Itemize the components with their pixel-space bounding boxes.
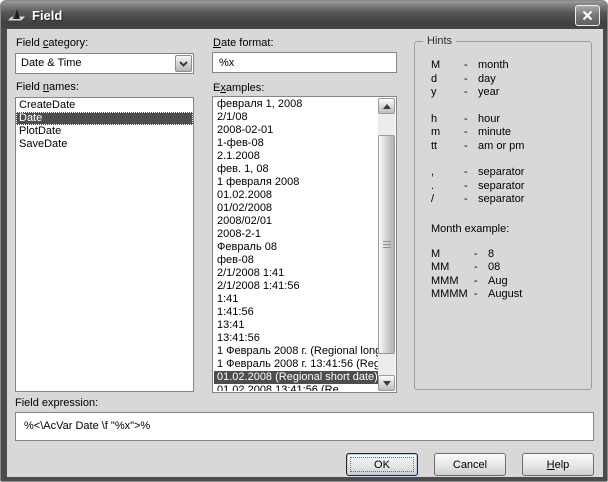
list-item[interactable]: 2/1/2008 1:41:56 [214, 280, 378, 293]
list-item[interactable]: 1 Февраль 2008 г. 13:41:56 (Reg [214, 358, 378, 371]
hint-row: d-day [431, 73, 585, 87]
list-item[interactable]: 01.02.2008 [214, 189, 378, 202]
hints-time-group: h-hour m-minute tt-am or pm [431, 113, 585, 154]
hints-body: M-month d-day y-year h-hour m-minute tt-… [415, 42, 591, 302]
month-row: MM-08 [431, 261, 585, 275]
examples-rows: февраля 1, 2008 2/1/08 2008-02-01 1-фев-… [214, 98, 378, 391]
hint-row: h-hour [431, 113, 585, 127]
field-dialog-icon [8, 7, 26, 23]
hint-row: y-year [431, 86, 585, 100]
list-item[interactable]: 13:41 [214, 319, 378, 332]
month-row: M-8 [431, 248, 585, 262]
field-category-value: Date & Time [21, 57, 82, 69]
ok-button-label: OK [374, 459, 390, 471]
hint-row: ,-separator [431, 166, 585, 180]
field-expression-label: Field expression: [15, 397, 98, 409]
scroll-up-icon [383, 104, 391, 109]
scrollbar-thumb[interactable] [378, 135, 395, 354]
list-item[interactable]: фев. 1, 08 [214, 163, 378, 176]
field-expression-box[interactable]: %<\AcVar Date \f "%x">% [15, 412, 594, 441]
list-item[interactable]: 1:41 [214, 293, 378, 306]
list-item[interactable]: 13:41:56 [214, 332, 378, 345]
scrollbar-grip-icon [383, 241, 391, 249]
list-item[interactable]: 2008/02/01 [214, 215, 378, 228]
dialog-body: Field category: Date & Time Field names:… [7, 29, 603, 477]
field-category-dropdown-button[interactable] [175, 55, 192, 72]
cancel-button[interactable]: Cancel [434, 453, 506, 476]
list-item-selected[interactable]: Date [16, 112, 193, 125]
cancel-button-label: Cancel [453, 459, 487, 471]
date-format-input[interactable] [212, 52, 397, 73]
list-item[interactable]: 2.1.2008 [214, 150, 378, 163]
hints-groupbox: Hints M-month d-day y-year h-hour m-minu… [414, 41, 592, 390]
scroll-down-button[interactable] [378, 375, 395, 391]
hint-row: m-minute [431, 126, 585, 140]
scroll-up-button[interactable] [378, 98, 395, 114]
list-item[interactable]: PlotDate [16, 125, 193, 138]
list-item[interactable]: 1 февраля 2008 [214, 176, 378, 189]
examples-scrollbar[interactable] [378, 98, 395, 391]
list-item[interactable]: 01.02.2008 13:41:56 (Re [214, 384, 378, 391]
title-bar[interactable]: Field [1, 1, 607, 29]
list-item[interactable]: 2/1/2008 1:41 [214, 267, 378, 280]
list-item[interactable]: 1 Февраль 2008 г. (Regional long [214, 345, 378, 358]
field-category-select[interactable]: Date & Time [15, 53, 194, 74]
list-item[interactable]: SaveDate [16, 138, 193, 151]
close-icon [582, 10, 593, 21]
ok-button[interactable]: OK [346, 453, 418, 476]
month-example-rows: M-8 MM-08 MMM-Aug MMMM-August [431, 248, 585, 302]
month-row: MMM-Aug [431, 275, 585, 289]
list-item[interactable]: 2008-02-01 [214, 124, 378, 137]
window-title: Field [32, 8, 62, 23]
examples-label: Examples: [213, 82, 264, 94]
field-names-list[interactable]: CreateDate Date PlotDate SaveDate [15, 97, 194, 392]
close-button[interactable] [575, 5, 600, 26]
help-button-label: Help [547, 459, 570, 471]
list-item[interactable]: фев-08 [214, 254, 378, 267]
field-names-label: Field names: [16, 81, 79, 93]
month-row: MMMM-August [431, 288, 585, 302]
hint-row: tt-am or pm [431, 140, 585, 154]
list-item[interactable]: 1-фев-08 [214, 137, 378, 150]
list-item[interactable]: 01/02/2008 [214, 202, 378, 215]
examples-list[interactable]: февраля 1, 2008 2/1/08 2008-02-01 1-фев-… [212, 96, 397, 393]
date-format-label: Date format: [213, 37, 274, 49]
field-category-label: Field category: [16, 37, 88, 49]
hints-separator-group: ,-separator .-separator /-separator [431, 166, 585, 207]
list-item[interactable]: Февраль 08 [214, 241, 378, 254]
chevron-down-icon [179, 61, 188, 67]
hint-row: M-month [431, 59, 585, 73]
list-item[interactable]: 2008-2-1 [214, 228, 378, 241]
hint-row: .-separator [431, 180, 585, 194]
help-button[interactable]: Help [522, 453, 594, 476]
list-item[interactable]: февраля 1, 2008 [214, 98, 378, 111]
hint-row: /-separator [431, 193, 585, 207]
month-example-title: Month example: [431, 223, 585, 235]
list-item[interactable]: CreateDate [16, 99, 193, 112]
field-dialog: Field Field category: Date & Time Field … [0, 0, 608, 482]
hints-title: Hints [423, 35, 456, 47]
list-item-selected[interactable]: 01.02.2008 (Regional short date) [214, 371, 378, 384]
list-item[interactable]: 2/1/08 [214, 111, 378, 124]
scroll-down-icon [383, 381, 391, 386]
hints-date-group: M-month d-day y-year [431, 59, 585, 100]
list-item[interactable]: 1:41:56 [214, 306, 378, 319]
